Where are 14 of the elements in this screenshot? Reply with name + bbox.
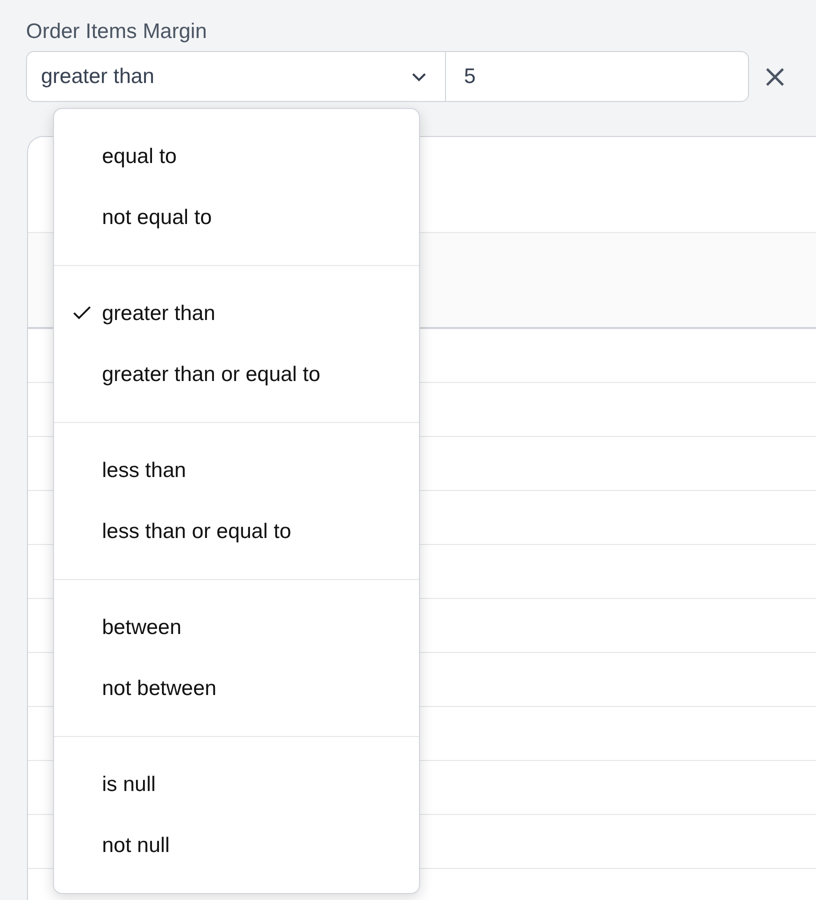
menu-option[interactable]: between <box>54 597 419 658</box>
value-input[interactable]: 5 <box>445 51 749 102</box>
filter-label: Order Items Margin <box>26 20 207 44</box>
chevron-down-icon <box>411 72 427 82</box>
menu-option[interactable]: is null <box>54 754 419 815</box>
menu-option[interactable]: not null <box>54 815 419 876</box>
menu-option[interactable]: equal to <box>54 126 419 187</box>
menu-option[interactable]: greater than <box>54 283 419 344</box>
menu-option[interactable]: not equal to <box>54 187 419 248</box>
menu-option[interactable]: less than <box>54 440 419 501</box>
menu-option[interactable]: less than or equal to <box>54 501 419 562</box>
menu-option[interactable]: greater than or equal to <box>54 344 419 405</box>
menu-option[interactable]: not between <box>54 658 419 719</box>
operator-dropdown[interactable]: greater than <box>26 51 445 102</box>
